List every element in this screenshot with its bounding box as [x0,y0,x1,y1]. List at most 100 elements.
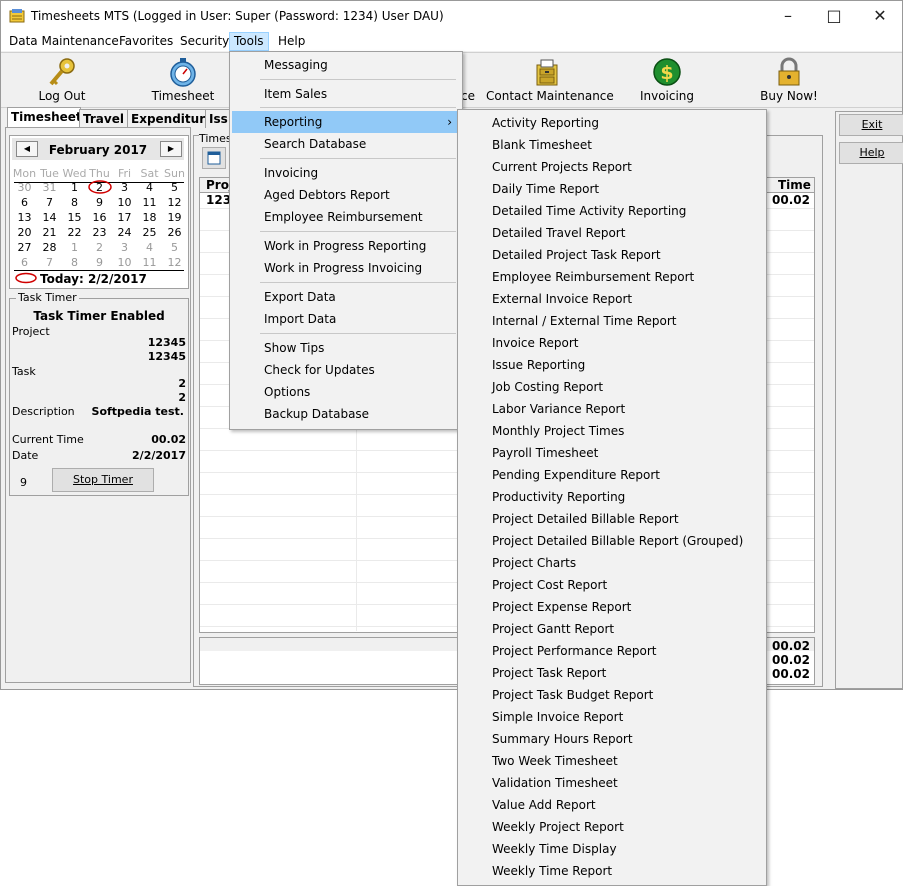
calendar-day[interactable]: 11 [137,256,162,269]
report-item-project-charts[interactable]: Project Charts [460,552,764,574]
calendar-day[interactable]: 1 [62,241,87,254]
calendar-day[interactable]: 5 [162,181,187,194]
report-item-employee-reimbursement-report[interactable]: Employee Reimbursement Report [460,266,764,288]
log-out-button[interactable]: Log Out [21,53,103,107]
grid-cell-time[interactable]: 00.02 [772,193,810,207]
tools-item-export-data[interactable]: Export Data [232,286,460,308]
report-item-project-detailed-billable-report[interactable]: Project Detailed Billable Report [460,508,764,530]
calendar-day[interactable]: 13 [12,211,37,224]
tools-item-show-tips[interactable]: Show Tips [232,337,460,359]
report-item-job-costing-report[interactable]: Job Costing Report [460,376,764,398]
report-item-weekly-time-display[interactable]: Weekly Time Display [460,838,764,860]
tab-timesheet[interactable]: Timesheet [7,107,82,128]
calendar-day[interactable]: 6 [12,256,37,269]
grid-col-time[interactable]: Time [778,178,811,192]
maximize-button[interactable]: □ [812,5,856,27]
calendar-day[interactable]: 12 [162,196,187,209]
report-item-labor-variance-report[interactable]: Labor Variance Report [460,398,764,420]
calendar-day[interactable]: 22 [62,226,87,239]
report-item-project-gantt-report[interactable]: Project Gantt Report [460,618,764,640]
invoicing-button[interactable]: $ Invoicing [631,53,703,107]
calendar-day[interactable]: 9 [87,196,112,209]
calendar-day[interactable]: 19 [162,211,187,224]
menu-help[interactable]: Help [274,33,309,50]
menu-data-maintenance[interactable]: Data Maintenance [5,33,123,50]
tools-item-reporting[interactable]: Reporting › [232,111,460,133]
tools-item-aged-debtors-report[interactable]: Aged Debtors Report [232,184,460,206]
calendar-day[interactable]: 1 [62,181,87,194]
report-item-weekly-time-report[interactable]: Weekly Time Report [460,860,764,882]
tools-item-import-data[interactable]: Import Data [232,308,460,330]
calendar-day[interactable]: 20 [12,226,37,239]
report-item-two-week-timesheet[interactable]: Two Week Timesheet [460,750,764,772]
report-item-blank-timesheet[interactable]: Blank Timesheet [460,134,764,156]
contact-maintenance-button[interactable]: Contact Maintenance [486,53,614,107]
report-item-daily-time-report[interactable]: Daily Time Report [460,178,764,200]
calendar-day[interactable]: 2 [87,241,112,254]
report-item-current-projects-report[interactable]: Current Projects Report [460,156,764,178]
calendar-day[interactable]: 8 [62,256,87,269]
menu-favorites[interactable]: Favorites [115,33,177,50]
calendar-day[interactable]: 25 [137,226,162,239]
timesheet-toolbar-button[interactable] [202,147,226,169]
report-item-invoice-report[interactable]: Invoice Report [460,332,764,354]
calendar-day[interactable]: 27 [12,241,37,254]
buy-now-button[interactable]: Buy Now! [756,53,822,107]
calendar-day[interactable]: 14 [37,211,62,224]
calendar-day[interactable]: 10 [112,256,137,269]
close-button[interactable]: ✕ [858,5,902,27]
report-item-weekly-project-report[interactable]: Weekly Project Report [460,816,764,838]
calendar-day[interactable]: 15 [62,211,87,224]
calendar-next-button[interactable]: ▶ [160,141,182,157]
exit-button[interactable]: Exit [839,114,903,136]
stop-timer-button[interactable]: Stop Timer [52,468,154,492]
report-item-project-cost-report[interactable]: Project Cost Report [460,574,764,596]
report-item-payroll-timesheet[interactable]: Payroll Timesheet [460,442,764,464]
calendar-day[interactable]: 3 [112,241,137,254]
report-item-external-invoice-report[interactable]: External Invoice Report [460,288,764,310]
calendar-day[interactable]: 3 [112,181,137,194]
tools-item-employee-reimbursement[interactable]: Employee Reimbursement [232,206,460,228]
report-item-issue-reporting[interactable]: Issue Reporting [460,354,764,376]
report-item-detailed-time-activity-reporting[interactable]: Detailed Time Activity Reporting [460,200,764,222]
calendar-day[interactable]: 26 [162,226,187,239]
tools-item-check-for-updates[interactable]: Check for Updates [232,359,460,381]
tools-item-options[interactable]: Options [232,381,460,403]
report-item-activity-reporting[interactable]: Activity Reporting [460,112,764,134]
calendar-day[interactable]: 17 [112,211,137,224]
calendar-day[interactable]: 23 [87,226,112,239]
calendar-day[interactable]: 11 [137,196,162,209]
tools-item-backup-database[interactable]: Backup Database [232,403,460,425]
calendar-day[interactable]: 10 [112,196,137,209]
tab-travel[interactable]: Travel [79,109,129,128]
help-button[interactable]: Help [839,142,903,164]
report-item-detailed-travel-report[interactable]: Detailed Travel Report [460,222,764,244]
report-item-validation-timesheet[interactable]: Validation Timesheet [460,772,764,794]
report-item-pending-expenditure-report[interactable]: Pending Expenditure Report [460,464,764,486]
report-item-monthly-project-times[interactable]: Monthly Project Times [460,420,764,442]
calendar-day[interactable]: 30 [12,181,37,194]
minimize-button[interactable]: – [766,5,810,27]
tools-item-search-database[interactable]: Search Database [232,133,460,155]
report-item-internal-external-time-report[interactable]: Internal / External Time Report [460,310,764,332]
timesheet-button[interactable]: Timesheet [141,53,225,107]
calendar-day[interactable]: 6 [12,196,37,209]
report-item-simple-invoice-report[interactable]: Simple Invoice Report [460,706,764,728]
calendar-day[interactable]: 7 [37,196,62,209]
report-item-project-detailed-billable-report-grouped[interactable]: Project Detailed Billable Report (Groupe… [460,530,764,552]
report-item-project-performance-report[interactable]: Project Performance Report [460,640,764,662]
calendar-day[interactable]: 4 [137,241,162,254]
tools-item-messaging[interactable]: Messaging [232,54,460,76]
report-item-summary-hours-report[interactable]: Summary Hours Report [460,728,764,750]
report-item-productivity-reporting[interactable]: Productivity Reporting [460,486,764,508]
calendar-day[interactable]: 5 [162,241,187,254]
calendar-day[interactable]: 31 [37,181,62,194]
calendar-day[interactable]: 12 [162,256,187,269]
calendar-day[interactable]: 8 [62,196,87,209]
menu-security[interactable]: Security [176,33,233,50]
report-item-project-task-budget-report[interactable]: Project Task Budget Report [460,684,764,706]
report-item-project-task-report[interactable]: Project Task Report [460,662,764,684]
calendar-day[interactable]: 4 [137,181,162,194]
calendar-day[interactable]: 28 [37,241,62,254]
tools-item-invoicing[interactable]: Invoicing [232,162,460,184]
